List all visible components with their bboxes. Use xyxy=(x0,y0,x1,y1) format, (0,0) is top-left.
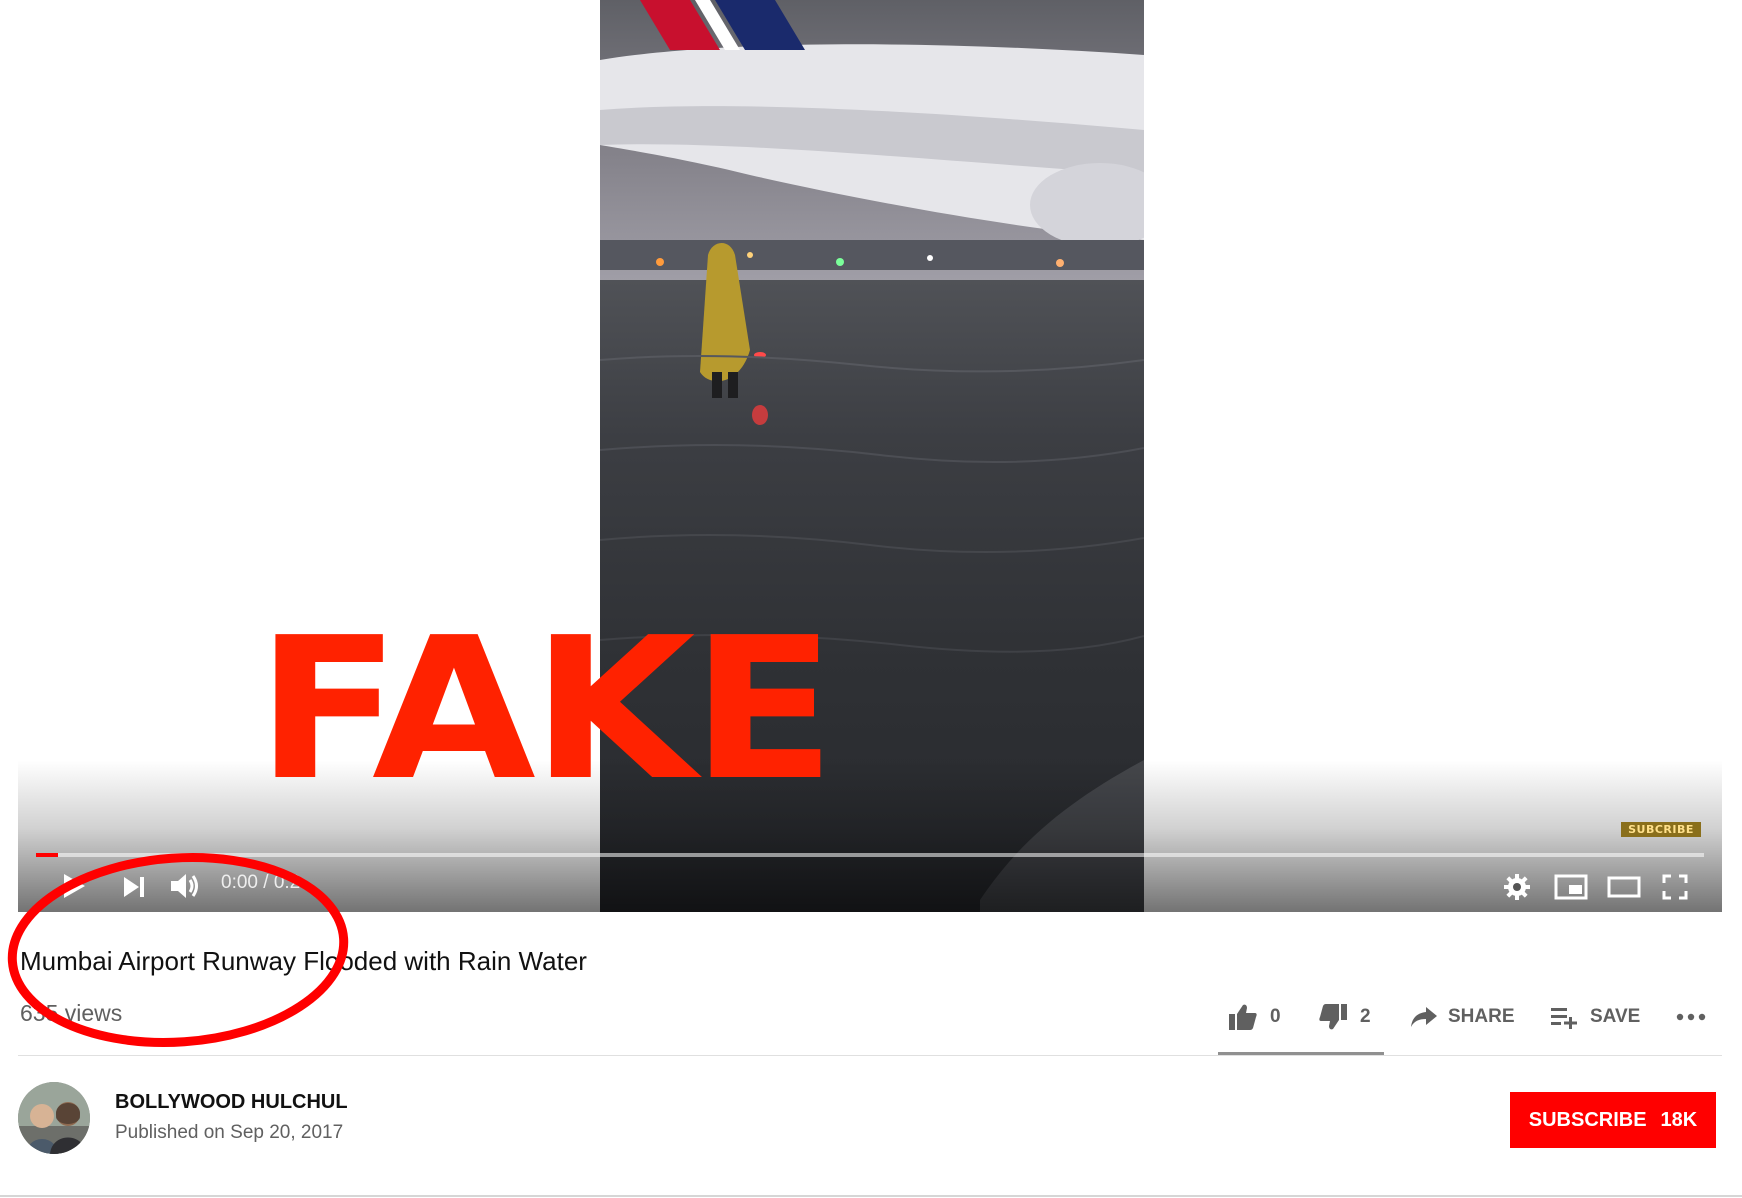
worker-legs xyxy=(712,372,722,398)
subscribe-watermark: SUBCRIBE xyxy=(1621,822,1701,837)
time-display: 0:00 / 0:2 xyxy=(221,872,301,893)
subscribe-button[interactable]: SUBSCRIBE 18K xyxy=(1510,1092,1716,1148)
settings-icon xyxy=(1504,874,1530,900)
view-count: 635 views xyxy=(20,1000,123,1026)
share-label: SHARE xyxy=(1448,1006,1515,1027)
thumbs-down-icon xyxy=(1319,1004,1347,1030)
runway-light xyxy=(656,258,664,266)
thumbs-up-icon xyxy=(1229,1004,1257,1030)
dislike-count: 2 xyxy=(1360,1006,1371,1027)
divider xyxy=(18,1055,1722,1056)
runway-light xyxy=(836,258,844,266)
mute-button[interactable] xyxy=(166,868,204,904)
play-button[interactable] xyxy=(56,870,92,902)
fullscreen-button[interactable] xyxy=(1658,870,1692,904)
runway-light xyxy=(927,255,933,261)
fullscreen-icon xyxy=(1662,874,1688,900)
progress-played xyxy=(36,853,58,857)
fake-stamp-overlay: FAKE xyxy=(256,596,836,824)
next-icon xyxy=(124,877,144,897)
save-label: SAVE xyxy=(1590,1006,1641,1027)
volume-icon xyxy=(171,874,198,898)
play-icon xyxy=(64,874,85,898)
miniplayer-button[interactable] xyxy=(1552,870,1590,904)
bottom-divider xyxy=(0,1195,1742,1197)
dislike-button[interactable]: 2 xyxy=(1318,1000,1371,1034)
wand-reflection xyxy=(752,405,768,425)
publish-date: Published on Sep 20, 2017 xyxy=(115,1122,344,1143)
more-icon xyxy=(1676,1013,1706,1021)
share-arrow-icon xyxy=(1411,1007,1437,1027)
subscriber-count: 18K xyxy=(1660,1108,1698,1131)
avatar-image xyxy=(18,1082,90,1154)
miniplayer-icon xyxy=(1554,874,1588,900)
runway-light xyxy=(1056,259,1064,267)
theater-mode-button[interactable] xyxy=(1604,870,1644,904)
share-button[interactable]: SHARE xyxy=(1410,1000,1515,1034)
more-actions-button[interactable] xyxy=(1676,1000,1706,1034)
channel-avatar[interactable] xyxy=(18,1082,90,1154)
theater-icon xyxy=(1607,876,1641,898)
like-button[interactable]: 0 xyxy=(1228,1000,1281,1034)
progress-bar[interactable] xyxy=(36,853,1704,857)
video-title: Mumbai Airport Runway Flooded with Rain … xyxy=(20,946,587,976)
worker-legs xyxy=(728,372,738,398)
next-button[interactable] xyxy=(116,872,152,902)
add-to-playlist-icon xyxy=(1551,1008,1577,1029)
like-count: 0 xyxy=(1270,1006,1281,1027)
subscribe-label: SUBSCRIBE xyxy=(1528,1108,1647,1131)
save-button[interactable]: SAVE xyxy=(1550,1000,1640,1034)
runway-light xyxy=(747,252,753,258)
settings-button[interactable] xyxy=(1500,870,1534,904)
channel-name[interactable]: BOLLYWOOD HULCHUL xyxy=(115,1091,348,1114)
